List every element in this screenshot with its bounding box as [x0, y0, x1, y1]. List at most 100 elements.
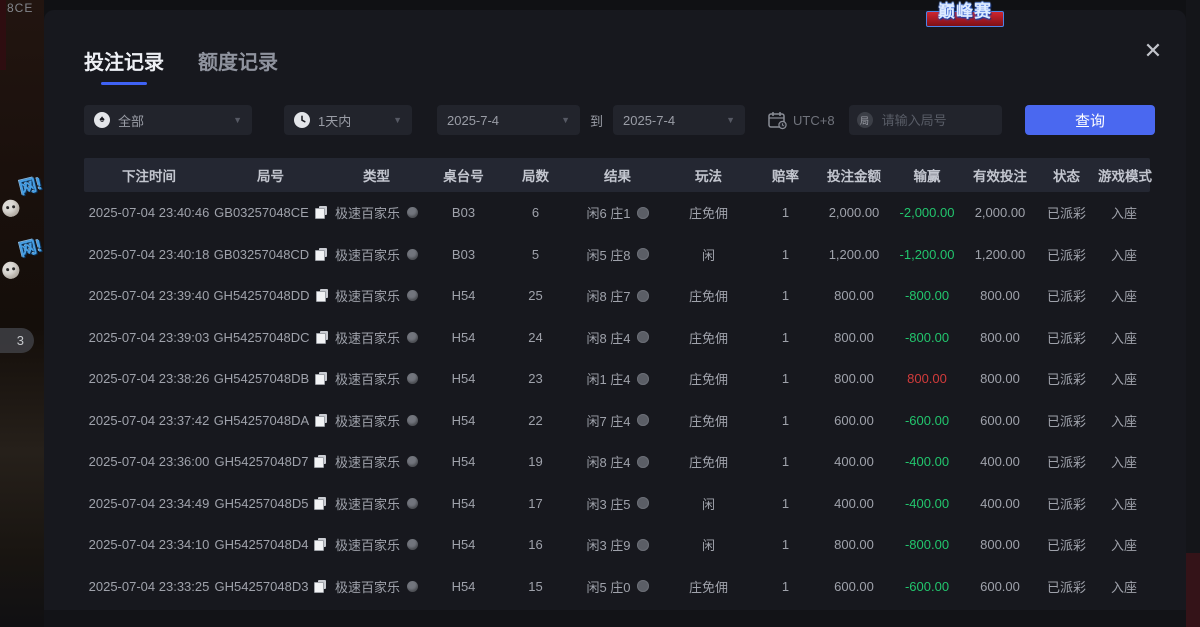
- cell-table-no: H54: [426, 537, 501, 552]
- result-text: 闲6 庄1: [586, 203, 630, 222]
- copy-icon[interactable]: [315, 206, 327, 219]
- cell-game-id: GH54257048DD: [214, 288, 327, 303]
- result-info-icon[interactable]: [637, 580, 649, 592]
- cell-game-type: 极速百家乐: [327, 494, 426, 513]
- copy-icon[interactable]: [316, 289, 328, 302]
- result-info-icon[interactable]: [637, 248, 649, 260]
- game-type-text: 极速百家乐: [335, 245, 400, 264]
- copy-icon[interactable]: [315, 372, 327, 385]
- game-type-badge-icon: [407, 373, 418, 384]
- cell-game-type: 极速百家乐: [327, 452, 426, 471]
- chevron-down-icon: ▼: [233, 115, 242, 125]
- close-icon[interactable]: ✕: [1140, 38, 1166, 64]
- cell-result: 闲7 庄4: [570, 411, 665, 430]
- date-from-picker[interactable]: 2025-7-4 ▼: [437, 105, 580, 135]
- cell-bet-time: 2025-07-04 23:37:42: [84, 413, 214, 428]
- cell-bet-amount: 800.00: [819, 371, 889, 386]
- tab-quota-records[interactable]: 额度记录: [198, 46, 278, 87]
- cell-play-type: 庄免佣: [665, 452, 752, 471]
- sticker-text: 网!: [17, 169, 44, 199]
- copy-icon[interactable]: [314, 580, 326, 593]
- cell-bet-amount: 1,200.00: [819, 247, 889, 262]
- cell-table-no: B03: [426, 247, 501, 262]
- result-info-icon[interactable]: [637, 497, 649, 509]
- cell-table-no: H54: [426, 413, 501, 428]
- result-text: 闲8 庄4: [586, 452, 630, 471]
- game-id-text: GB03257048CD: [214, 247, 309, 262]
- result-info-icon[interactable]: [637, 414, 649, 426]
- result-info-icon[interactable]: [637, 331, 649, 343]
- game-type-badge-icon: [407, 581, 418, 592]
- time-range-value: 1天内: [318, 111, 351, 130]
- cell-bet-time: 2025-07-04 23:38:26: [84, 371, 214, 386]
- result-info-icon[interactable]: [637, 539, 649, 551]
- chevron-down-icon: ▼: [726, 115, 735, 125]
- cell-odds: 1: [752, 330, 819, 345]
- cell-round: 19: [501, 454, 570, 469]
- cell-bet-amount: 2,000.00: [819, 205, 889, 220]
- bet-records-table: 下注时间局号类型桌台号局数结果玩法赔率投注金额输赢有效投注状态游戏模式 2025…: [84, 158, 1150, 607]
- cell-win-loss: 800.00: [889, 371, 965, 386]
- game-id-text: GH54257048DA: [214, 413, 309, 428]
- chat-sticker: 网!: [0, 160, 44, 222]
- copy-icon[interactable]: [314, 455, 326, 468]
- copy-icon[interactable]: [316, 331, 328, 344]
- result-info-icon[interactable]: [637, 373, 649, 385]
- column-header: 玩法: [665, 165, 752, 185]
- cell-game-type: 极速百家乐: [327, 411, 426, 430]
- table-row: 2025-07-04 23:36:00GH54257048D7极速百家乐H541…: [84, 441, 1150, 483]
- cell-result: 闲1 庄4: [570, 369, 665, 388]
- time-range-dropdown[interactable]: 1天内 ▼: [284, 105, 412, 135]
- table-row: 2025-07-04 23:39:40GH54257048DD极速百家乐H542…: [84, 275, 1150, 317]
- result-text: 闲5 庄8: [586, 245, 630, 264]
- cell-odds: 1: [752, 371, 819, 386]
- background-right-accent: [1186, 553, 1200, 627]
- table-row: 2025-07-04 23:40:46GB03257048CE极速百家乐B036…: [84, 192, 1150, 234]
- cell-play-type: 庄免佣: [665, 577, 752, 596]
- cell-round: 17: [501, 496, 570, 511]
- copy-icon[interactable]: [314, 497, 326, 510]
- cell-table-no: H54: [426, 288, 501, 303]
- date-to-picker[interactable]: 2025-7-4 ▼: [613, 105, 745, 135]
- result-info-icon[interactable]: [637, 207, 649, 219]
- tab-bet-records[interactable]: 投注记录: [84, 46, 164, 87]
- result-info-icon[interactable]: [637, 290, 649, 302]
- cell-win-loss: -2,000.00: [889, 205, 965, 220]
- game-type-badge-icon: [407, 332, 418, 343]
- cell-bet-amount: 400.00: [819, 454, 889, 469]
- table-header-row: 下注时间局号类型桌台号局数结果玩法赔率投注金额输赢有效投注状态游戏模式: [84, 158, 1150, 192]
- cell-round: 5: [501, 247, 570, 262]
- peak-league-logo: 巅峰赛: [921, 0, 1009, 27]
- search-input[interactable]: [880, 112, 994, 129]
- cell-play-type: 庄免佣: [665, 328, 752, 347]
- cell-round: 23: [501, 371, 570, 386]
- cell-bet-amount: 800.00: [819, 330, 889, 345]
- query-button[interactable]: 查询: [1025, 105, 1155, 135]
- table-row: 2025-07-04 23:39:03GH54257048DC极速百家乐H542…: [84, 317, 1150, 359]
- cell-table-no: B03: [426, 205, 501, 220]
- cell-valid-bet: 800.00: [965, 371, 1035, 386]
- cell-status: 已派彩: [1035, 577, 1098, 596]
- game-id-text: GB03257048CE: [214, 205, 309, 220]
- cell-odds: 1: [752, 579, 819, 594]
- copy-icon[interactable]: [314, 538, 326, 551]
- copy-icon[interactable]: [315, 248, 327, 261]
- category-dropdown[interactable]: ♠ 全部 ▼: [84, 105, 252, 135]
- table-row: 2025-07-04 23:37:42GH54257048DA极速百家乐H542…: [84, 400, 1150, 442]
- copy-icon[interactable]: [315, 414, 327, 427]
- emoji-face-icon: [1, 199, 20, 218]
- cell-win-loss: -600.00: [889, 413, 965, 428]
- result-info-icon[interactable]: [637, 456, 649, 468]
- tab-label: 投注记录: [84, 52, 164, 74]
- game-id-text: GH54257048D3: [215, 579, 309, 594]
- cell-bet-time: 2025-07-04 23:39:03: [84, 330, 214, 345]
- game-type-text: 极速百家乐: [335, 452, 400, 471]
- date-to-value: 2025-7-4: [623, 113, 675, 128]
- cell-win-loss: -800.00: [889, 288, 965, 303]
- cell-game-type: 极速百家乐: [327, 203, 426, 222]
- cell-status: 已派彩: [1035, 411, 1098, 430]
- cell-win-loss: -600.00: [889, 579, 965, 594]
- column-header: 结果: [570, 165, 665, 185]
- cell-win-loss: -800.00: [889, 330, 965, 345]
- cell-game-type: 极速百家乐: [327, 286, 426, 305]
